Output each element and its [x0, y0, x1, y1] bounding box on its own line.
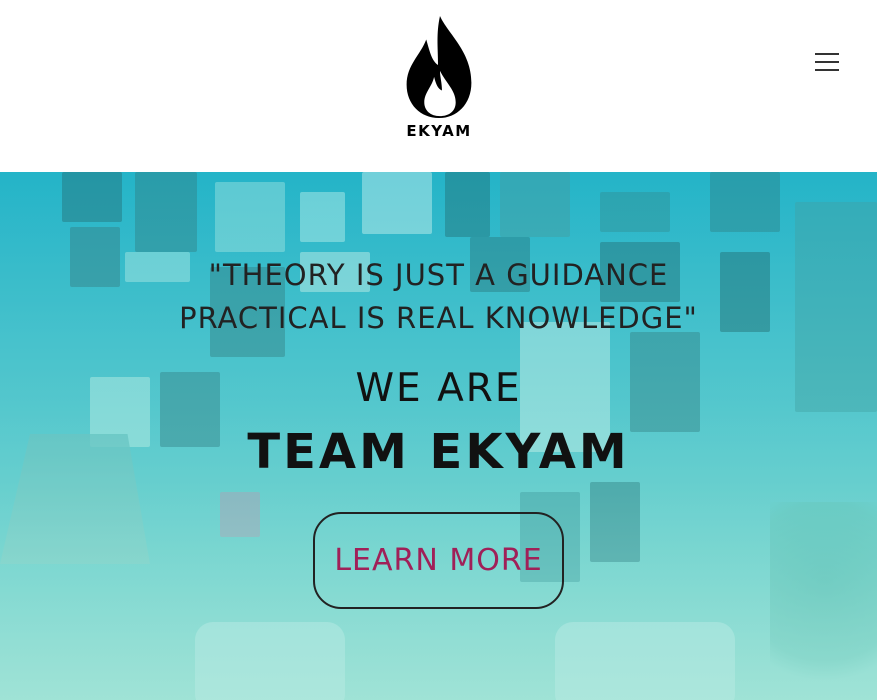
hero-subtitle: WE ARE [355, 366, 522, 411]
hero-section: "THEORY IS JUST A GUIDANCE PRACTICAL IS … [0, 172, 877, 700]
learn-more-button[interactable]: LEARN MORE [313, 512, 564, 609]
site-header: EKYAM [0, 0, 877, 172]
quote-line-1: "THEORY IS JUST A GUIDANCE [208, 258, 669, 292]
logo-text: EKYAM [406, 122, 472, 140]
flame-icon [406, 15, 472, 119]
hamburger-menu-icon[interactable] [812, 50, 842, 74]
logo[interactable]: EKYAM [400, 14, 478, 140]
hero-title: TEAM EKYAM [247, 424, 630, 480]
quote-line-2: PRACTICAL IS REAL KNOWLEDGE" [179, 301, 698, 335]
hero-quote: "THEORY IS JUST A GUIDANCE PRACTICAL IS … [140, 254, 737, 340]
